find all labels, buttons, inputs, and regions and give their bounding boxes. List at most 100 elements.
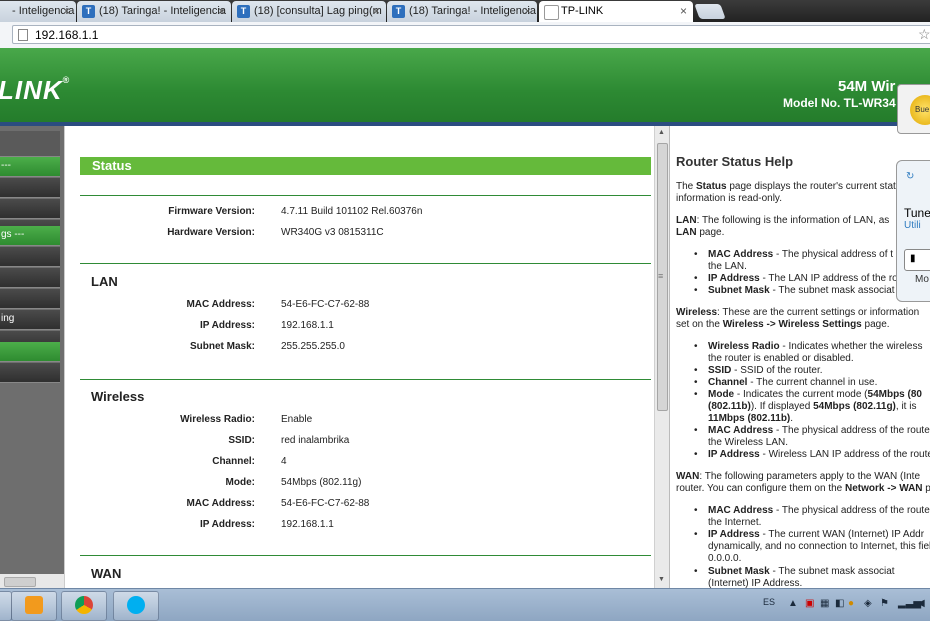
wireless-ip-label: IP Address:	[199, 519, 255, 530]
popup-subtitle: Utili	[904, 220, 921, 231]
flag-icon[interactable]: ⚑	[880, 598, 889, 609]
tray-app-icon[interactable]: ▣	[805, 598, 814, 609]
nav-item[interactable]	[0, 289, 60, 309]
help-bullet: IP Address - The current WAN (Internet) …	[694, 529, 930, 565]
help-text: SSID	[708, 365, 732, 376]
help-text: The	[676, 181, 697, 192]
browser-toolbar: 192.168.1.1 ☆	[0, 22, 930, 49]
page-icon	[18, 29, 28, 41]
help-paragraph: LAN: The following is the information of…	[676, 215, 930, 239]
tray-app-icon[interactable]: ●	[848, 598, 854, 609]
browser-tab[interactable]: T (18) [consulta] Lag ping(m ×	[232, 1, 386, 22]
nav-item-settings[interactable]: gs ---	[0, 226, 60, 246]
help-text: - Indicates whether the wireless	[779, 341, 923, 352]
nav-item-status[interactable]: ---	[0, 157, 60, 177]
wireless-radio-label: Wireless Radio:	[180, 414, 255, 425]
scroll-down-icon[interactable]: ▼	[658, 576, 665, 583]
model-number: Model No. TL-WR34	[783, 96, 896, 110]
help-text: page.	[696, 227, 725, 238]
volume-icon[interactable]: ◀	[917, 598, 925, 609]
browser-tab[interactable]: - Inteligencia ×	[0, 1, 76, 22]
router-header-banner: LINK® 54M Wir Model No. TL-WR34	[0, 48, 930, 126]
help-bullet: SSID - SSID of the router.	[694, 365, 930, 377]
tab-title: TP-LINK	[561, 5, 604, 17]
tab-title: (18) Taringa! - Inteligencia	[409, 5, 536, 17]
help-text: Wireless -> Wireless Settings	[722, 319, 862, 330]
scroll-up-icon[interactable]: ▲	[658, 129, 665, 136]
browser-tab-active[interactable]: TP-LINK ×	[539, 1, 693, 22]
help-text: - The current WAN (Internet) IP Addr	[759, 529, 925, 540]
notification-popup[interactable]: Bue	[897, 84, 930, 134]
close-icon[interactable]: ×	[680, 4, 687, 18]
help-text: router. You can configure them on the	[676, 483, 846, 494]
section-divider	[80, 555, 651, 556]
help-bullet: MAC Address - The physical address of th…	[694, 505, 930, 529]
bookmark-star-icon[interactable]: ☆	[918, 26, 930, 43]
nav-item[interactable]	[0, 268, 60, 288]
help-text: - Indicates the current mode (	[734, 389, 868, 400]
taringa-favicon-icon: T	[392, 5, 405, 18]
tuneup-utilities-popup[interactable]: ↻ Tune Utili ▮ Mo	[896, 160, 930, 302]
popup-button[interactable]: ▮	[904, 249, 930, 271]
wan-section-title: WAN	[91, 566, 122, 581]
tray-app-icon[interactable]: ▦	[820, 598, 829, 609]
close-icon[interactable]: ×	[524, 4, 531, 18]
help-text: : The following is the information of LA…	[696, 215, 890, 226]
battery-icon: ▮	[910, 253, 916, 264]
help-text: Subnet Mask	[708, 285, 770, 296]
help-text: 54Mbps (80	[867, 389, 922, 400]
page-title: Status	[92, 158, 132, 173]
hardware-label: Hardware Version:	[167, 227, 255, 238]
help-text: set on the	[676, 319, 723, 330]
help-bullet: MAC Address - The physical address of th…	[694, 425, 930, 449]
lan-mask-label: Subnet Mask:	[189, 341, 255, 352]
address-bar[interactable]: 192.168.1.1 ☆	[12, 25, 930, 44]
mode-value: 54Mbps (802.11g)	[281, 477, 362, 488]
taskbar-chrome[interactable]	[61, 591, 107, 621]
help-text: 0.0.0.0.	[708, 553, 742, 564]
help-text: Status	[696, 181, 727, 192]
help-text: (Internet) IP Address.	[708, 578, 803, 588]
content-vertical-scrollbar[interactable]: ▲ ≡ ▼	[654, 126, 669, 588]
nav-item[interactable]	[0, 247, 60, 267]
tray-app-icon[interactable]: ◈	[864, 598, 872, 609]
wireless-radio-value: Enable	[281, 414, 313, 425]
tray-expand-icon[interactable]: ▲	[788, 598, 798, 609]
windows-taskbar: ES ▲ ▣ ▦ ◧ ● ◈ ⚑ ▂▃▅ ◀	[0, 588, 930, 621]
help-text: the LAN.	[708, 261, 747, 272]
close-icon[interactable]: ×	[63, 4, 70, 18]
nav-item-highlight[interactable]	[0, 342, 60, 362]
browser-tab[interactable]: T (18) Taringa! - Inteligencia ×	[387, 1, 537, 22]
help-text: MAC Address	[708, 249, 774, 260]
help-text: LAN	[676, 227, 697, 238]
help-bullet: IP Address - Wireless LAN IP address of …	[694, 449, 930, 461]
product-name: 54M Wir	[838, 78, 896, 95]
url-text[interactable]: 192.168.1.1	[35, 28, 98, 42]
scrollbar-thumb[interactable]	[4, 577, 36, 587]
new-tab-button[interactable]	[694, 4, 726, 19]
taskbar-skype[interactable]	[113, 591, 159, 621]
section-divider	[80, 195, 651, 196]
nav-item[interactable]	[0, 178, 60, 198]
help-text: - The current channel in use.	[747, 377, 878, 388]
taskbar-media-player[interactable]	[11, 591, 57, 621]
close-icon[interactable]: ×	[218, 4, 225, 18]
tray-app-icon[interactable]: ◧	[835, 598, 844, 609]
horizontal-scrollbar[interactable]	[0, 574, 64, 588]
help-paragraph: Wireless: These are the current settings…	[676, 307, 930, 331]
help-text: Channel	[708, 377, 748, 388]
help-text: - The LAN IP address of the rou	[759, 273, 904, 284]
nav-item[interactable]	[0, 363, 60, 383]
help-text: IP Address	[708, 273, 760, 284]
lan-mac-label: MAC Address:	[186, 299, 255, 310]
nav-item-routing[interactable]: ing	[0, 310, 60, 330]
wireless-mac-label: MAC Address:	[186, 498, 255, 509]
language-indicator[interactable]: ES	[763, 597, 775, 607]
help-title: Router Status Help	[676, 154, 794, 169]
channel-value: 4	[281, 456, 287, 467]
skype-icon	[127, 596, 145, 614]
nav-item[interactable]	[0, 199, 60, 219]
help-bullet: Subnet Mask - The subnet mask associat (…	[694, 566, 930, 588]
browser-tab[interactable]: T (18) Taringa! - Inteligencia ×	[77, 1, 231, 22]
close-icon[interactable]: ×	[373, 4, 380, 18]
